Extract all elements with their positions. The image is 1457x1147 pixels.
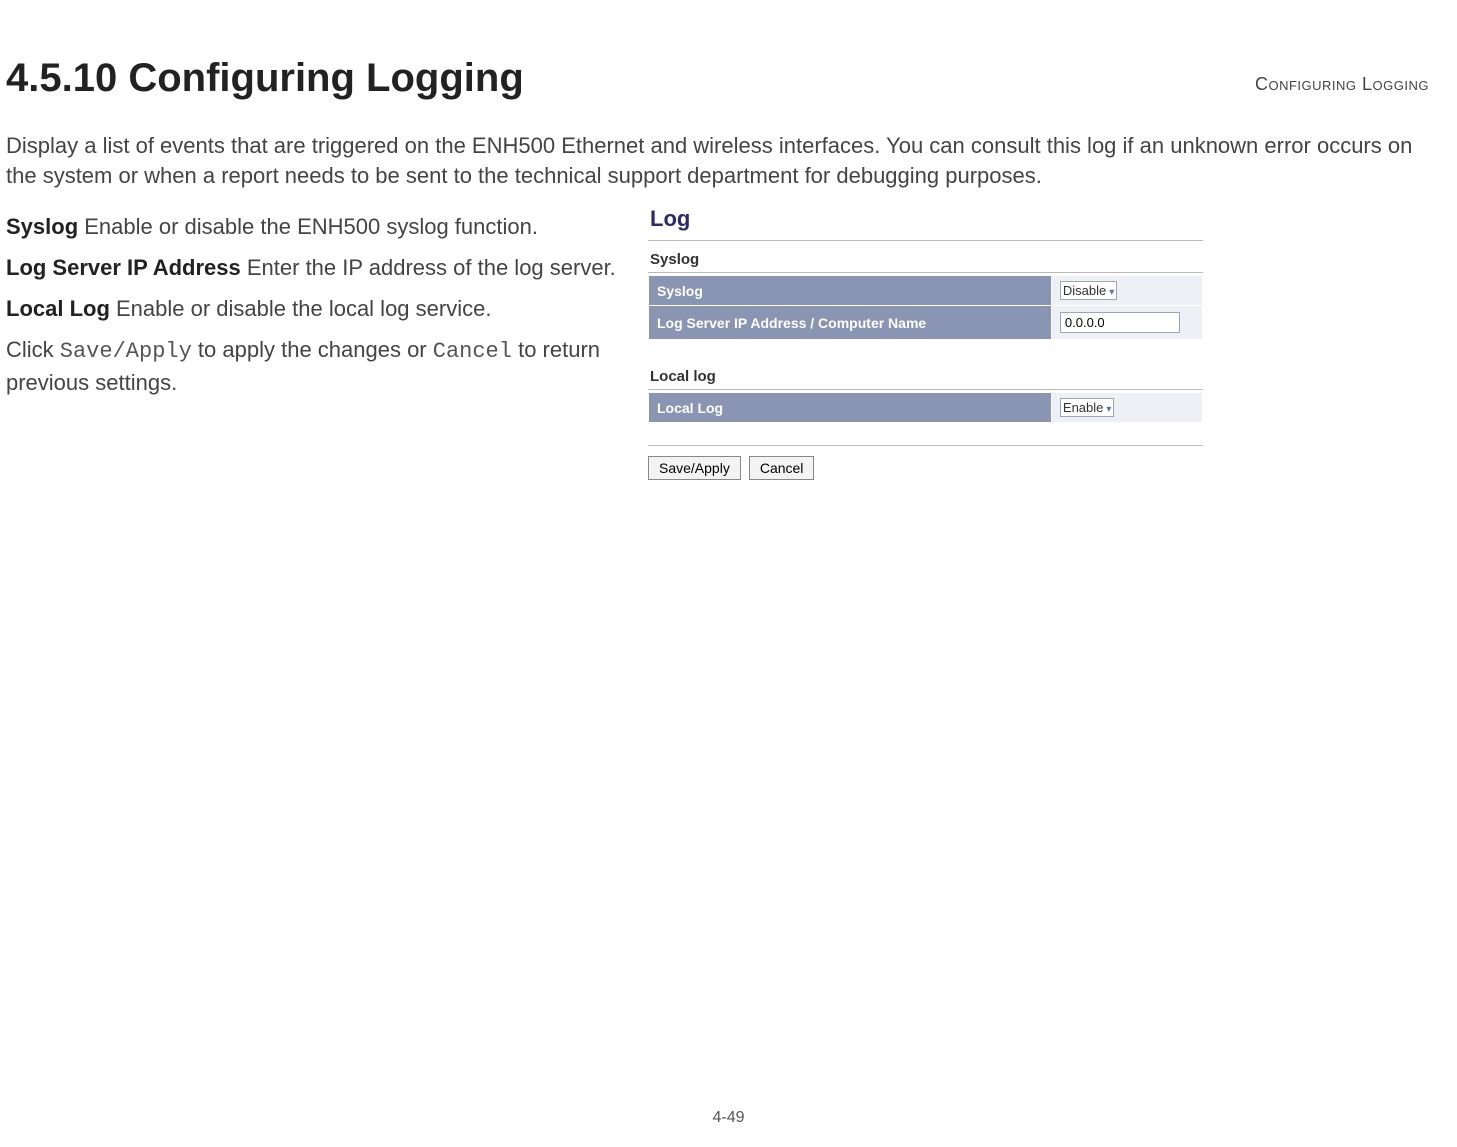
cancel-button[interactable]: Cancel bbox=[749, 456, 815, 480]
local-log-select-value: Enable bbox=[1063, 400, 1103, 415]
save-apply-button[interactable]: Save/Apply bbox=[648, 456, 741, 480]
term-syslog: Syslog bbox=[6, 214, 78, 239]
desc-syslog: Enable or disable the ENH500 syslog func… bbox=[78, 214, 538, 239]
syslog-label: Syslog bbox=[649, 276, 1052, 306]
page-number: 4-49 bbox=[0, 1109, 1457, 1127]
table-row: Log Server IP Address / Computer Name bbox=[649, 306, 1203, 340]
table-row: Syslog Disable▾ bbox=[649, 276, 1203, 306]
definition-local-log: Local Log Enable or disable the local lo… bbox=[6, 294, 640, 325]
desc-log-server: Enter the IP address of the log server. bbox=[241, 255, 616, 280]
definition-syslog: Syslog Enable or disable the ENH500 sysl… bbox=[6, 212, 640, 243]
section-heading: 4.5.10 Configuring Logging bbox=[6, 56, 1457, 101]
panel-title: Log bbox=[648, 202, 1203, 241]
local-log-section-title: Local log bbox=[648, 358, 1203, 390]
chevron-down-icon: ▾ bbox=[1109, 287, 1114, 298]
section-intro: Display a list of events that are trigge… bbox=[6, 131, 1429, 190]
term-log-server: Log Server IP Address bbox=[6, 255, 241, 280]
log-server-ip-input[interactable] bbox=[1060, 312, 1180, 333]
local-log-table: Local Log Enable▾ bbox=[648, 392, 1203, 423]
ip-control-cell bbox=[1051, 306, 1202, 340]
syslog-section-title: Syslog bbox=[648, 241, 1203, 273]
local-log-label: Local Log bbox=[649, 393, 1052, 423]
action-cancel-text: Cancel bbox=[433, 339, 512, 364]
desc-local-log: Enable or disable the local log service. bbox=[110, 296, 492, 321]
local-log-select[interactable]: Enable▾ bbox=[1060, 398, 1115, 417]
syslog-select-value: Disable bbox=[1063, 283, 1106, 298]
definition-log-server: Log Server IP Address Enter the IP addre… bbox=[6, 253, 640, 284]
definition-action: Click Save/Apply to apply the changes or… bbox=[6, 335, 640, 399]
ip-label: Log Server IP Address / Computer Name bbox=[649, 306, 1052, 340]
syslog-control-cell: Disable▾ bbox=[1051, 276, 1202, 306]
panel-divider bbox=[648, 445, 1203, 446]
table-row: Local Log Enable▾ bbox=[649, 393, 1203, 423]
local-log-control-cell: Enable▾ bbox=[1051, 393, 1202, 423]
action-pre: Click bbox=[6, 337, 60, 362]
header-breadcrumb: Configuring Logging bbox=[1255, 74, 1429, 95]
syslog-select[interactable]: Disable▾ bbox=[1060, 281, 1117, 300]
action-save-text: Save/Apply bbox=[60, 339, 192, 364]
chevron-down-icon: ▾ bbox=[1106, 404, 1111, 415]
syslog-table: Syslog Disable▾ Log Server IP Address / … bbox=[648, 275, 1203, 340]
button-row: Save/Apply Cancel bbox=[648, 456, 1203, 480]
action-mid: to apply the changes or bbox=[192, 337, 433, 362]
log-config-panel: Log Syslog Syslog Disable▾ Log Server IP… bbox=[648, 202, 1203, 480]
term-local-log: Local Log bbox=[6, 296, 110, 321]
